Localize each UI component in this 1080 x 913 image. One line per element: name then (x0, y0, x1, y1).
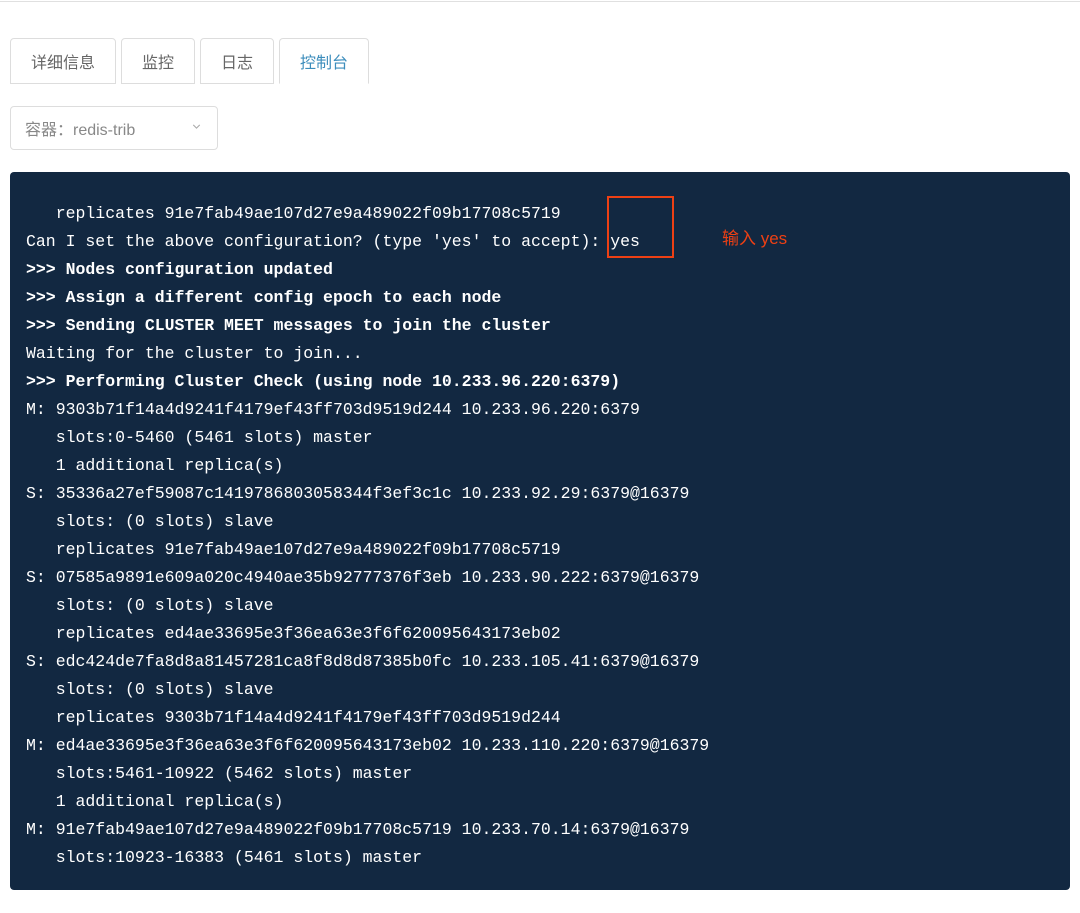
chevron-down-icon (190, 120, 203, 136)
console-line: M: 9303b71f14a4d9241f4179ef43ff703d9519d… (26, 396, 1054, 424)
console-line: S: 07585a9891e609a020c4940ae35b92777376f… (26, 564, 1054, 592)
tab-bar: 详细信息 监控 日志 控制台 (10, 38, 1070, 84)
console-line: >>> Sending CLUSTER MEET messages to joi… (26, 312, 1054, 340)
dropdown-label: 容器：redis-trib (25, 116, 135, 140)
console-line: replicates ed4ae33695e3f36ea63e3f6f62009… (26, 620, 1054, 648)
console-line: >>> Performing Cluster Check (using node… (26, 368, 1054, 396)
console-line: replicates 9303b71f14a4d9241f4179ef43ff7… (26, 704, 1054, 732)
tab-log[interactable]: 日志 (200, 38, 274, 84)
console-line: slots: (0 slots) slave (26, 592, 1054, 620)
console-line: slots: (0 slots) slave (26, 676, 1054, 704)
container-dropdown[interactable]: 容器：redis-trib (10, 106, 218, 150)
console-line: slots:5461-10922 (5462 slots) master (26, 760, 1054, 788)
console-line: >>> Nodes configuration updated (26, 256, 1054, 284)
console-line: slots:0-5460 (5461 slots) master (26, 424, 1054, 452)
console-line: Waiting for the cluster to join... (26, 340, 1054, 368)
console-line: 1 additional replica(s) (26, 788, 1054, 816)
tab-console[interactable]: 控制台 (279, 38, 369, 84)
console-line: 1 additional replica(s) (26, 452, 1054, 480)
console-line: replicates 91e7fab49ae107d27e9a489022f09… (26, 536, 1054, 564)
console-line: Can I set the above configuration? (type… (26, 228, 1054, 256)
console-line: M: ed4ae33695e3f36ea63e3f6f620095643173e… (26, 732, 1054, 760)
console-line: slots:10923-16383 (5461 slots) master (26, 844, 1054, 872)
console-line: S: 35336a27ef59087c1419786803058344f3ef3… (26, 480, 1054, 508)
annotation-text: 输入 yes (722, 225, 787, 253)
console-line: S: edc424de7fa8d8a81457281ca8f8d8d87385b… (26, 648, 1054, 676)
tab-detail[interactable]: 详细信息 (10, 38, 116, 84)
console-line: M: 91e7fab49ae107d27e9a489022f09b17708c5… (26, 816, 1054, 844)
top-divider (0, 0, 1080, 2)
main-container: 详细信息 监控 日志 控制台 容器：redis-trib 输入 yes repl… (0, 38, 1080, 890)
console-line: slots: (0 slots) slave (26, 508, 1054, 536)
console-line: >>> Assign a different config epoch to e… (26, 284, 1054, 312)
console-output[interactable]: 输入 yes replicates 91e7fab49ae107d27e9a48… (10, 172, 1070, 890)
console-line: replicates 91e7fab49ae107d27e9a489022f09… (26, 200, 1054, 228)
tab-monitor[interactable]: 监控 (121, 38, 195, 84)
